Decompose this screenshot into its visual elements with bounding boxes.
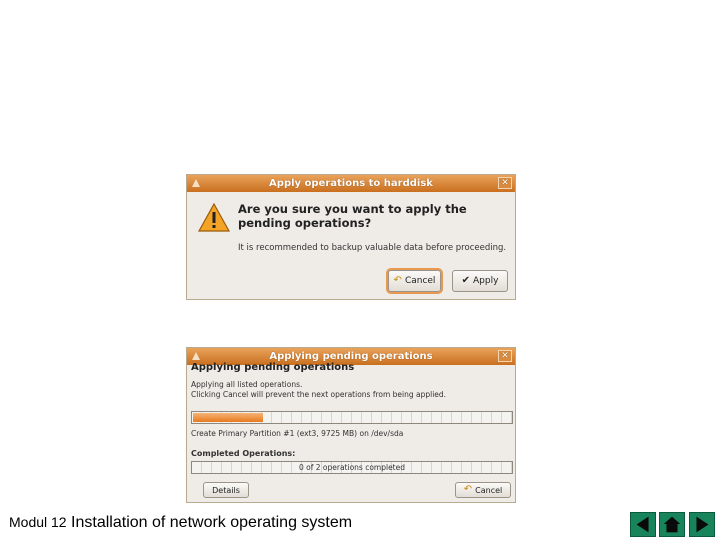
- apply-confirm-dialog: Apply operations to harddisk ✕ Are you s…: [186, 174, 516, 300]
- applying-operations-dialog: Applying pending operations ✕ Applying p…: [186, 347, 516, 503]
- home-slide-button[interactable]: [659, 512, 685, 537]
- apply-label: Apply: [472, 276, 499, 286]
- arrow-right-icon: [696, 516, 709, 533]
- cancel-label: Cancel: [475, 485, 503, 495]
- dialog-title: Apply operations to harddisk: [269, 178, 433, 189]
- operation-progress-bar: [191, 411, 513, 424]
- details-label: Details: [212, 485, 240, 495]
- cancel-label: Cancel: [404, 276, 436, 286]
- checkmark-icon: ✔: [461, 275, 470, 286]
- progress-fill: [193, 413, 264, 422]
- app-icon: [192, 179, 200, 187]
- module-title: Installation of network operating system: [71, 514, 353, 531]
- arrow-left-icon: [636, 516, 649, 533]
- dialog-title: Applying pending operations: [269, 351, 433, 362]
- home-icon: [663, 516, 681, 533]
- app-icon: [192, 352, 200, 360]
- module-label: Modul 12: [9, 514, 67, 530]
- completed-progress-bar: 0 of 2 operations completed: [191, 461, 513, 474]
- previous-slide-button[interactable]: [630, 512, 656, 537]
- info-line-1: Applying all listed operations.: [191, 380, 303, 389]
- slide-footer: Modul 12 Installation of network operati…: [9, 514, 352, 532]
- undo-icon: ↶: [393, 275, 402, 286]
- apply-button[interactable]: ✔ Apply: [452, 270, 508, 292]
- backup-note: It is recommended to backup valuable dat…: [238, 243, 507, 253]
- close-icon[interactable]: ✕: [498, 177, 512, 189]
- current-operation: Create Primary Partition #1 (ext3, 9725 …: [191, 429, 404, 438]
- details-button[interactable]: Details: [203, 482, 249, 498]
- completed-label: Completed Operations:: [191, 449, 296, 458]
- undo-icon: ↶: [463, 484, 473, 495]
- progress-heading: Applying pending operations: [191, 362, 355, 373]
- info-line-2: Clicking Cancel will prevent the next op…: [191, 390, 447, 399]
- dialog-titlebar: Apply operations to harddisk ✕: [187, 175, 515, 192]
- close-icon[interactable]: ✕: [498, 350, 512, 362]
- next-slide-button[interactable]: [689, 512, 715, 537]
- cancel-button[interactable]: ↶ Cancel: [388, 270, 441, 292]
- completed-count: 0 of 2 operations completed: [298, 463, 406, 472]
- cancel-button[interactable]: ↶ Cancel: [455, 482, 511, 498]
- warning-icon: [198, 203, 230, 232]
- confirm-question: Are you sure you want to apply the pendi…: [238, 202, 467, 230]
